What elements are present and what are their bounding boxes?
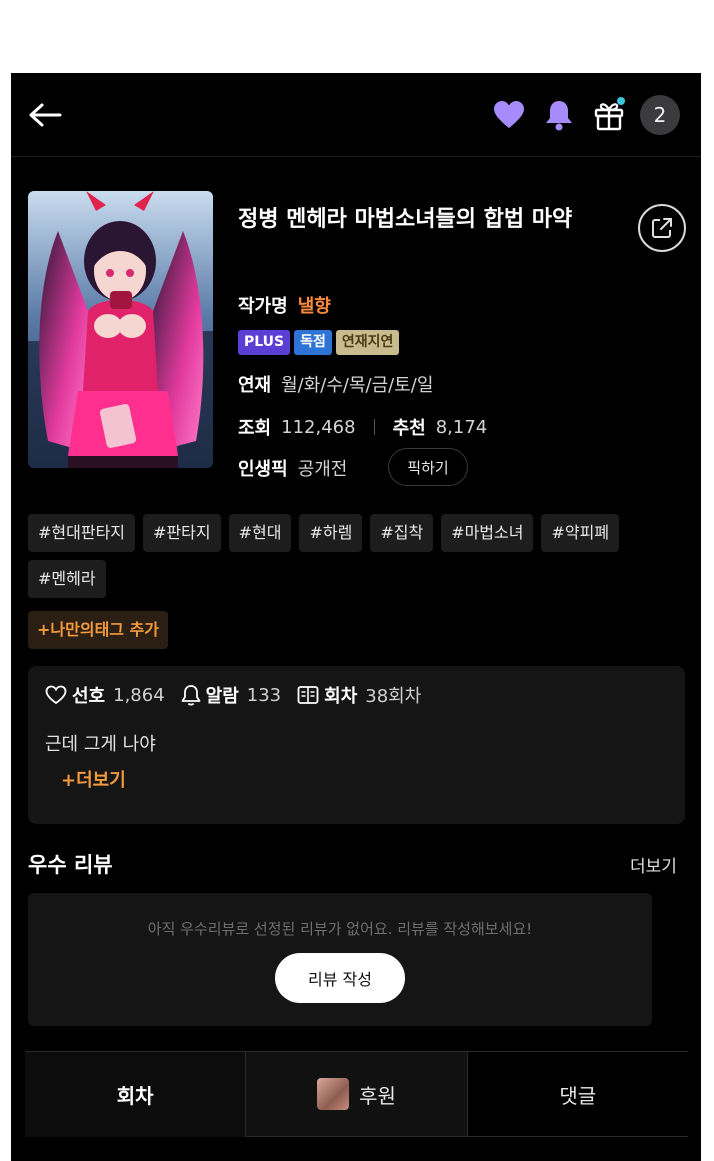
bell-outline-icon <box>181 684 201 706</box>
tag-item[interactable]: #마법소녀 <box>441 514 534 552</box>
book-description: 근데 그게 나야 <box>45 734 156 755</box>
stats-panel: 선호 1,864 알람 133 회차 38회차 근데 그게 나야 +더보기 <box>28 666 685 824</box>
review-more-link[interactable]: 더보기 <box>630 852 677 877</box>
tab-comments-label: 댓글 <box>559 1083 597 1108</box>
favorite-label: 선호 <box>72 686 106 707</box>
add-my-tag-button[interactable]: +나만의태그 추가 <box>28 611 169 649</box>
life-pick-status: 공개전 <box>297 459 348 480</box>
tag-item[interactable]: #집착 <box>370 514 434 552</box>
tab-comments[interactable]: 댓글 <box>467 1052 688 1137</box>
divider <box>373 419 375 435</box>
share-button[interactable] <box>638 204 686 252</box>
author-row: 작가명 낼향 <box>238 292 331 318</box>
tab-support[interactable]: 후원 <box>246 1052 468 1137</box>
review-section-title: 우수 리뷰 <box>28 853 113 877</box>
author-label: 작가명 <box>238 296 288 317</box>
tag-item[interactable]: #현대 <box>228 514 292 552</box>
tag-item[interactable]: #멘헤라 <box>28 560 106 598</box>
author-name-link[interactable]: 낼향 <box>298 292 331 318</box>
top-bar: 2 <box>11 73 701 157</box>
pick-button[interactable]: 픽하기 <box>388 448 468 486</box>
write-review-button[interactable]: 리뷰 작성 <box>275 953 405 1003</box>
life-pick-label: 인생픽 <box>238 459 288 480</box>
schedule-row: 연재 월/화/수/목/금/토/일 <box>238 371 433 397</box>
alarm-stat[interactable]: 알람 133 <box>181 682 281 708</box>
stats-row: 선호 1,864 알람 133 회차 38회차 <box>45 682 437 708</box>
tag-item[interactable]: #판타지 <box>143 514 221 552</box>
alarm-label: 알람 <box>205 686 239 707</box>
tag-list: #현대판타지 #판타지 #현대 #하렘 #집착 #마법소녀 #약피폐 #멘헤라 <box>28 514 688 598</box>
notification-dot <box>617 97 625 105</box>
tag-item[interactable]: #하렘 <box>299 514 363 552</box>
recommend-label: 추천 <box>392 418 426 439</box>
views-value: 112,468 <box>281 416 356 438</box>
book-title: 정병 멘헤라 마법소녀들의 합법 마약 <box>238 207 573 232</box>
views-label: 조회 <box>238 418 272 439</box>
heart-outline-icon <box>45 685 67 705</box>
tag-item[interactable]: #현대판타지 <box>28 514 136 552</box>
episode-label: 회차 <box>324 686 358 707</box>
favorite-value: 1,864 <box>113 684 165 706</box>
arrow-left-icon <box>29 103 62 127</box>
description-more-link[interactable]: +더보기 <box>61 766 126 792</box>
coin-icon <box>317 1078 350 1110</box>
bottom-tab-bar: 회차 후원 댓글 <box>25 1051 688 1137</box>
screen: 2 정병 멘헤라 마법소녀들의 합법 마약 작가명 낼향 PLUS 독점 연재지… <box>11 73 701 1161</box>
book-cover-image <box>28 191 213 468</box>
notification-count-badge[interactable]: 2 <box>640 95 680 135</box>
badge-group: PLUS 독점 연재지연 <box>238 330 400 355</box>
back-button[interactable] <box>25 97 65 133</box>
exclusive-badge: 독점 <box>294 330 332 355</box>
schedule-value: 월/화/수/목/금/토/일 <box>281 375 434 396</box>
schedule-label: 연재 <box>238 375 272 396</box>
gift-button[interactable] <box>589 95 629 135</box>
review-empty-message: 아직 우수리뷰로 선정된 리뷰가 없어요. 리뷰를 작성해보세요! <box>147 920 533 938</box>
life-pick-row: 인생픽 공개전 <box>238 455 347 481</box>
episode-stat[interactable]: 회차 38회차 <box>297 682 421 708</box>
tab-episodes-label: 회차 <box>116 1084 154 1108</box>
favorite-stat[interactable]: 선호 1,864 <box>45 682 165 708</box>
episode-value: 38회차 <box>365 686 422 707</box>
favorite-button[interactable] <box>489 95 529 135</box>
recommend-value: 8,174 <box>435 416 488 438</box>
tag-item[interactable]: #약피폐 <box>541 514 620 552</box>
review-empty-panel: 아직 우수리뷰로 선정된 리뷰가 없어요. 리뷰를 작성해보세요! 리뷰 작성 <box>28 893 652 1026</box>
delay-badge: 연재지연 <box>335 330 400 355</box>
alarm-button[interactable] <box>539 95 579 135</box>
views-row: 조회 112,468 추천 8,174 <box>238 414 487 440</box>
alarm-value: 133 <box>246 684 282 706</box>
tab-episodes[interactable]: 회차 <box>25 1052 247 1137</box>
bell-icon <box>546 101 572 131</box>
book-list-icon <box>297 685 319 705</box>
plus-badge: PLUS <box>238 330 291 355</box>
tab-support-label: 후원 <box>359 1083 396 1108</box>
share-icon <box>652 218 672 238</box>
heart-icon <box>494 101 524 128</box>
